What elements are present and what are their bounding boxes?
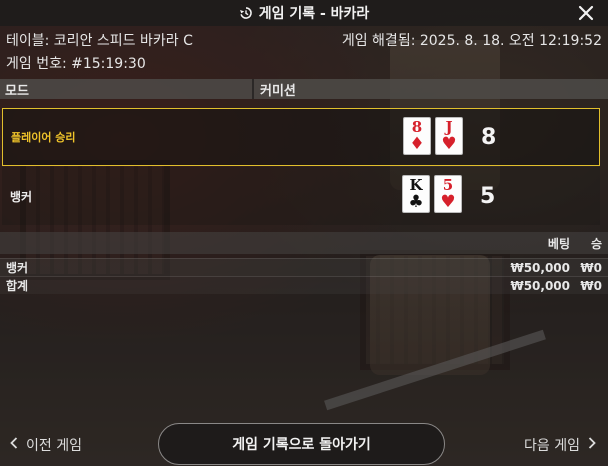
banker-result-row: 뱅커 K ♣ 5 ♥ 5 [2,167,600,225]
diamond-suit-icon: ♦ [409,134,425,154]
chevron-right-icon [588,437,596,453]
game-number: 게임 번호: #15:19:30 [6,56,146,72]
win-amount: ₩0 [580,278,602,293]
bet-column-header: 베팅 [547,236,570,251]
bet-name: 합계 [6,279,29,293]
back-to-history-button[interactable]: 게임 기록으로 돌아가기 [158,423,445,465]
mode-label: 모드 [0,79,254,99]
table-row: 뱅커 ₩50,000 ₩0 [0,258,608,276]
previous-game-button[interactable]: 이전 게임 [10,435,82,455]
player-score: 8 [481,124,497,150]
player-result-label: 플레이어 승리 [11,131,76,144]
next-game-button[interactable]: 다음 게임 [524,435,596,455]
previous-game-label: 이전 게임 [26,438,82,454]
game-info: 테이블: 코리안 스피드 바카라 C 게임 해결됨: 2025. 8. 18. … [0,30,608,74]
playing-card: J ♥ [435,117,463,155]
playing-card: 8 ♦ [403,117,431,155]
player-cards: 8 ♦ J ♥ [403,117,463,155]
win-amount: ₩0 [580,260,602,275]
bet-amount: ₩50,000 [510,260,570,275]
resolved-time: 게임 해결됨: 2025. 8. 18. 오전 12:19:52 [341,33,602,49]
player-result-row: 플레이어 승리 8 ♦ J ♥ 8 [2,108,600,166]
banker-result-label: 뱅커 [10,189,33,204]
heart-suit-icon: ♥ [441,134,457,154]
game-history-panel: 게임 기록 - 바카라 테이블: 코리안 스피드 바카라 C 게임 해결됨: 2… [0,0,608,466]
bets-table-header: 베팅 승 [0,232,608,254]
next-game-label: 다음 게임 [524,438,580,454]
win-column-header: 승 [590,236,602,251]
table-row: 합계 ₩50,000 ₩0 [0,276,608,294]
bet-amount: ₩50,000 [510,278,570,293]
chevron-left-icon [10,437,18,453]
banker-cards: K ♣ 5 ♥ [402,175,462,213]
history-icon [239,6,253,20]
banker-score: 5 [480,183,496,209]
heart-suit-icon: ♥ [440,192,456,212]
header-title: 게임 기록 - 바카라 [258,6,370,22]
footer-nav: 이전 게임 게임 기록으로 돌아가기 다음 게임 [0,423,608,466]
close-icon[interactable] [576,3,596,23]
header-bar: 게임 기록 - 바카라 [0,0,608,26]
club-suit-icon: ♣ [408,192,424,212]
playing-card: K ♣ [402,175,430,213]
mode-value: 커미션 [260,83,296,99]
playing-card: 5 ♥ [434,175,462,213]
table-name: 테이블: 코리안 스피드 바카라 C [6,33,193,49]
header-title-group: 게임 기록 - 바카라 [239,3,370,23]
bets-table: 베팅 승 뱅커 ₩50,000 ₩0 합계 ₩50,000 ₩0 [0,232,608,294]
bet-name: 뱅커 [6,261,29,275]
mode-header: 모드 커미션 [0,79,608,99]
